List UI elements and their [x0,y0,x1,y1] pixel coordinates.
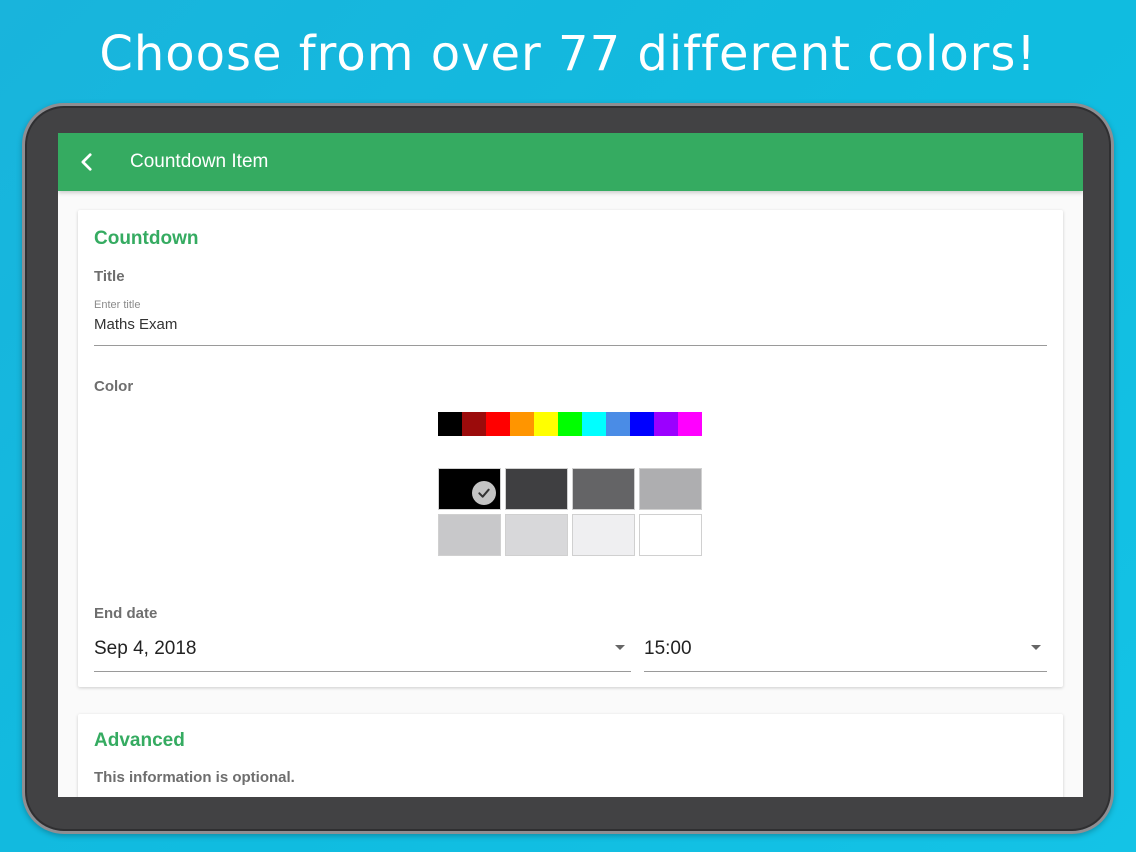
time-select[interactable]: 15:00 [644,630,1047,672]
shade-swatch[interactable] [639,514,702,556]
section-title-countdown: Countdown [94,228,199,249]
time-underline [644,671,1047,672]
hue-swatch[interactable] [534,412,558,436]
dropdown-arrow-icon [615,645,625,650]
shade-swatch[interactable] [572,468,635,510]
app-bar: Countdown Item [58,133,1083,191]
title-label: Title [94,268,125,285]
chevron-left-icon [81,153,92,171]
selected-check-icon [472,481,496,505]
promo-headline: Choose from over 77 different colors! [99,26,1037,82]
shade-swatch[interactable] [505,468,568,510]
hue-swatch[interactable] [606,412,630,436]
title-field-label: Enter title [94,299,141,311]
advanced-note: This information is optional. [94,769,295,786]
date-value: Sep 4, 2018 [94,638,197,659]
hue-swatch[interactable] [678,412,702,436]
app-bar-title: Countdown Item [130,151,269,172]
color-label: Color [94,378,134,395]
hue-swatch[interactable] [582,412,606,436]
app-screen: Countdown Item Countdown Title Enter tit… [58,133,1083,797]
hue-strip [438,412,702,436]
hue-swatch[interactable] [630,412,654,436]
back-button[interactable] [58,133,116,191]
shade-swatch[interactable] [438,514,501,556]
shade-swatch[interactable] [438,468,501,510]
date-select[interactable]: Sep 4, 2018 [94,630,631,672]
hue-swatch[interactable] [558,412,582,436]
hue-swatch[interactable] [486,412,510,436]
shade-swatch[interactable] [505,514,568,556]
shade-swatch[interactable] [572,514,635,556]
hue-swatch[interactable] [510,412,534,436]
shade-swatch[interactable] [639,468,702,510]
date-underline [94,671,631,672]
hue-swatch[interactable] [438,412,462,436]
shade-grid [438,468,703,556]
dropdown-arrow-icon [1031,645,1041,650]
section-title-advanced: Advanced [94,730,185,751]
hue-swatch[interactable] [462,412,486,436]
time-value: 15:00 [644,638,692,659]
hue-swatch[interactable] [654,412,678,436]
end-date-label: End date [94,605,158,622]
advanced-card: Advanced This information is optional. [78,714,1063,797]
countdown-card: Countdown Title Enter title Maths Exam C… [78,210,1063,687]
title-input[interactable]: Maths Exam [94,316,177,333]
title-underline [94,345,1047,346]
